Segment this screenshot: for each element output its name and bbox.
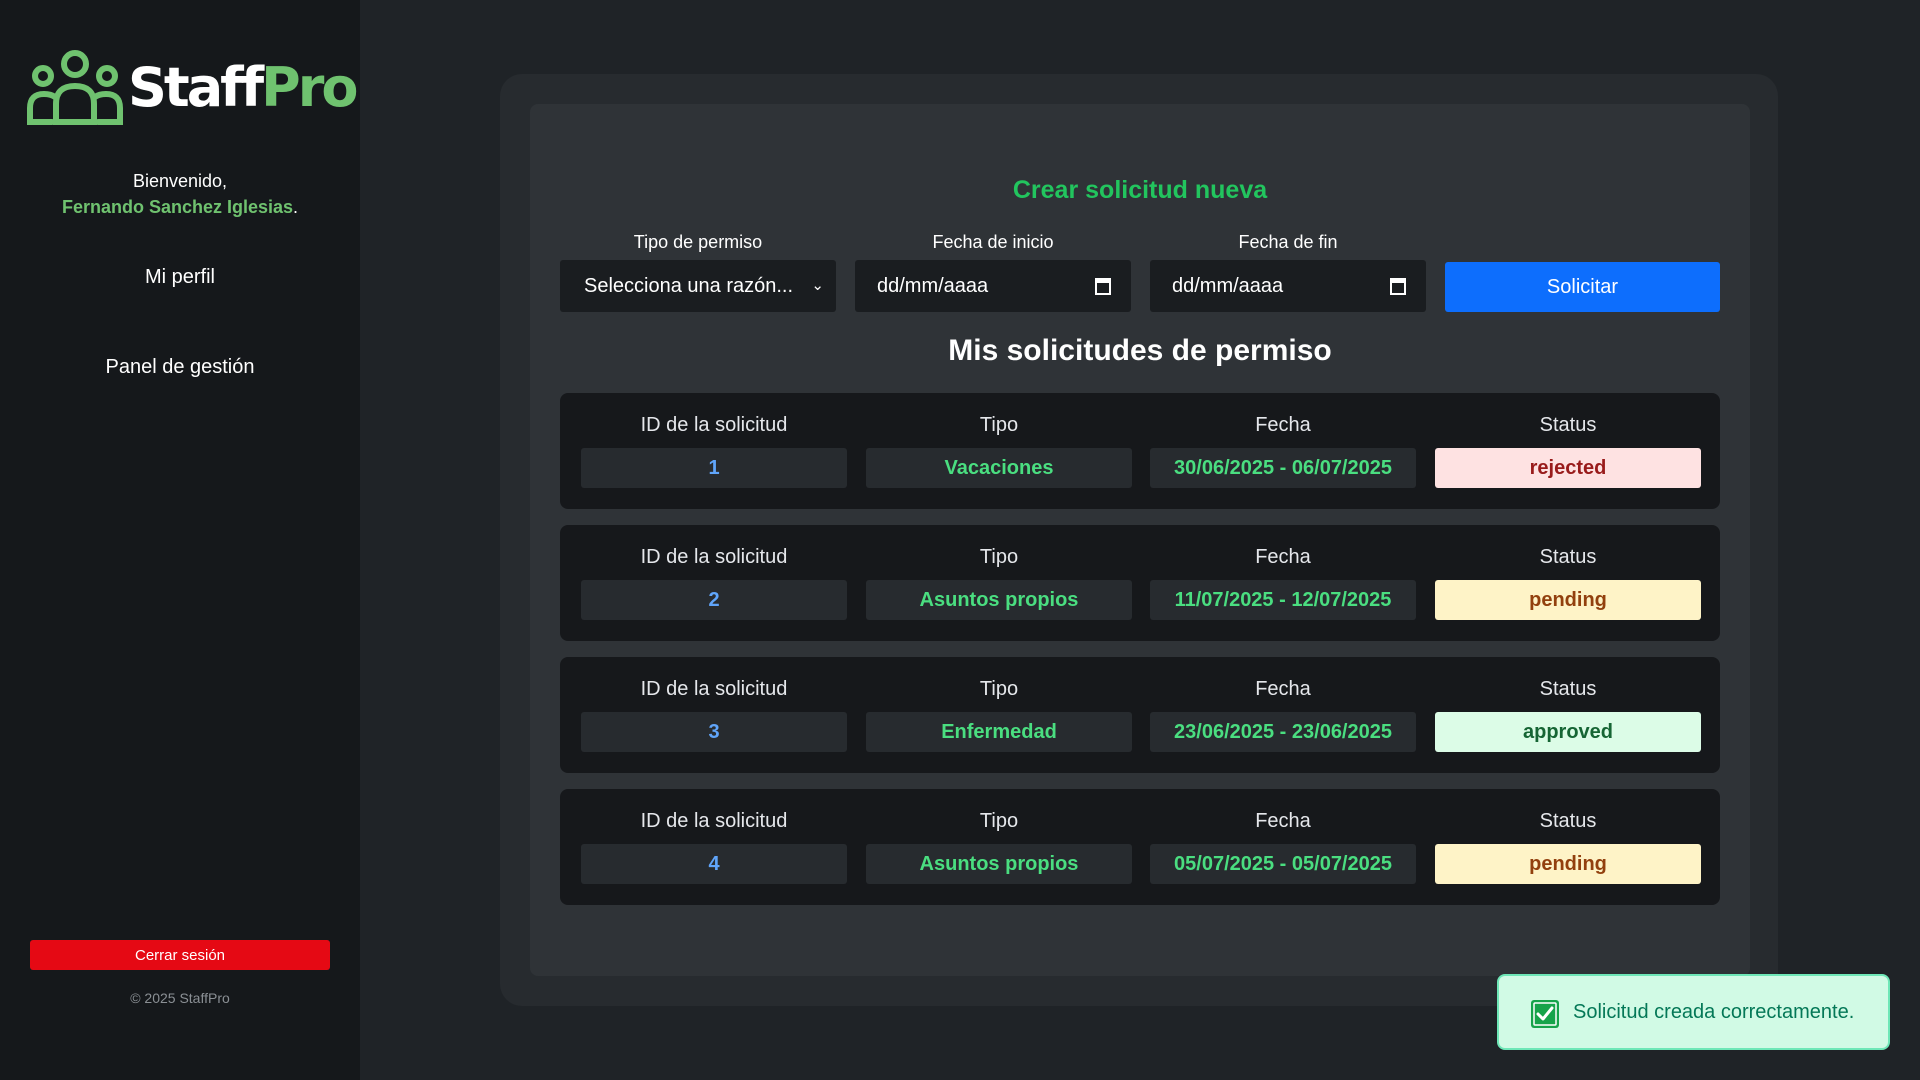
column-header-status: Status — [1539, 810, 1597, 832]
welcome-user-line: Fernando Sanchez Iglesias. — [0, 194, 360, 220]
logo-wordmark: StaffPro — [128, 56, 358, 119]
request-type: Asuntos propios — [866, 844, 1132, 884]
request-date-range: 05/07/2025 - 05/07/2025 — [1150, 844, 1416, 884]
staffpro-logo: StaffPro — [24, 48, 358, 128]
request-card: ID de la solicitud Tipo Fecha Status 2 A… — [560, 525, 1720, 641]
column-header-date: Fecha — [1255, 810, 1311, 832]
column-header-type: Tipo — [979, 546, 1019, 568]
column-header-id: ID de la solicitud — [640, 810, 788, 832]
form-title: Crear solicitud nueva — [1012, 176, 1268, 204]
check-icon — [1531, 1000, 1559, 1028]
leave-type-value: Selecciona una razón... — [584, 275, 794, 297]
column-header-id: ID de la solicitud — [640, 678, 788, 700]
calendar-icon[interactable] — [1095, 277, 1111, 295]
logout-button[interactable]: Cerrar sesión — [30, 940, 330, 970]
copyright: © 2025 StaffPro — [130, 990, 230, 1006]
welcome-message: Bienvenido, Fernando Sanchez Iglesias. — [0, 168, 360, 220]
column-header-status: Status — [1539, 414, 1597, 436]
status-badge: pending — [1435, 580, 1701, 620]
request-id: 2 — [581, 580, 847, 620]
request-card: ID de la solicitud Tipo Fecha Status 4 A… — [560, 789, 1720, 905]
request-type: Vacaciones — [866, 448, 1132, 488]
request-date-range: 11/07/2025 - 12/07/2025 — [1150, 580, 1416, 620]
start-date-input[interactable]: dd/mm/aaaa — [855, 260, 1131, 312]
end-date-input[interactable]: dd/mm/aaaa — [1150, 260, 1426, 312]
request-date-range: 23/06/2025 - 23/06/2025 — [1150, 712, 1416, 752]
user-name: Fernando Sanchez Iglesias — [61, 197, 294, 217]
request-card: ID de la solicitud Tipo Fecha Status 1 V… — [560, 393, 1720, 509]
request-card: ID de la solicitud Tipo Fecha Status 3 E… — [560, 657, 1720, 773]
team-icon — [27, 50, 123, 125]
column-header-type: Tipo — [979, 678, 1019, 700]
start-date-label: Fecha de inicio — [932, 232, 1054, 252]
request-id: 1 — [581, 448, 847, 488]
request-date-range: 30/06/2025 - 06/07/2025 — [1150, 448, 1416, 488]
nav-panel-de-gestion[interactable]: Panel de gestión — [0, 352, 360, 382]
toast-message: Solicitud creada correctamente. — [1573, 1001, 1855, 1023]
submit-request-button[interactable]: Solicitar — [1445, 262, 1720, 312]
leave-type-label: Tipo de permiso — [633, 232, 763, 252]
request-type: Asuntos propios — [866, 580, 1132, 620]
column-header-status: Status — [1539, 546, 1597, 568]
request-type: Enfermedad — [866, 712, 1132, 752]
column-header-type: Tipo — [979, 414, 1019, 436]
request-id: 3 — [581, 712, 847, 752]
chevron-down-icon: ⌄ — [811, 277, 824, 294]
status-badge: pending — [1435, 844, 1701, 884]
success-toast[interactable]: Solicitud creada correctamente. — [1497, 974, 1890, 1050]
end-date-label: Fecha de fin — [1238, 232, 1338, 252]
nav-mi-perfil[interactable]: Mi perfil — [0, 262, 360, 292]
leave-type-select[interactable]: Selecciona una razón... ⌄ — [560, 260, 836, 312]
status-badge: rejected — [1435, 448, 1701, 488]
column-header-date: Fecha — [1255, 678, 1311, 700]
sidebar: StaffPro Bienvenido, Fernando Sanchez Ig… — [0, 0, 360, 1080]
calendar-icon[interactable] — [1390, 277, 1406, 295]
column-header-date: Fecha — [1255, 546, 1311, 568]
end-date-value: dd/mm/aaaa — [1172, 275, 1284, 297]
request-id: 4 — [581, 844, 847, 884]
column-header-date: Fecha — [1255, 414, 1311, 436]
status-badge: approved — [1435, 712, 1701, 752]
welcome-label: Bienvenido, — [132, 171, 228, 191]
column-header-id: ID de la solicitud — [640, 546, 788, 568]
column-header-id: ID de la solicitud — [640, 414, 788, 436]
start-date-value: dd/mm/aaaa — [877, 275, 989, 297]
column-header-status: Status — [1539, 678, 1597, 700]
column-header-type: Tipo — [979, 810, 1019, 832]
requests-list-title: Mis solicitudes de permiso — [948, 334, 1332, 367]
user-name-suffix: . — [293, 197, 299, 217]
